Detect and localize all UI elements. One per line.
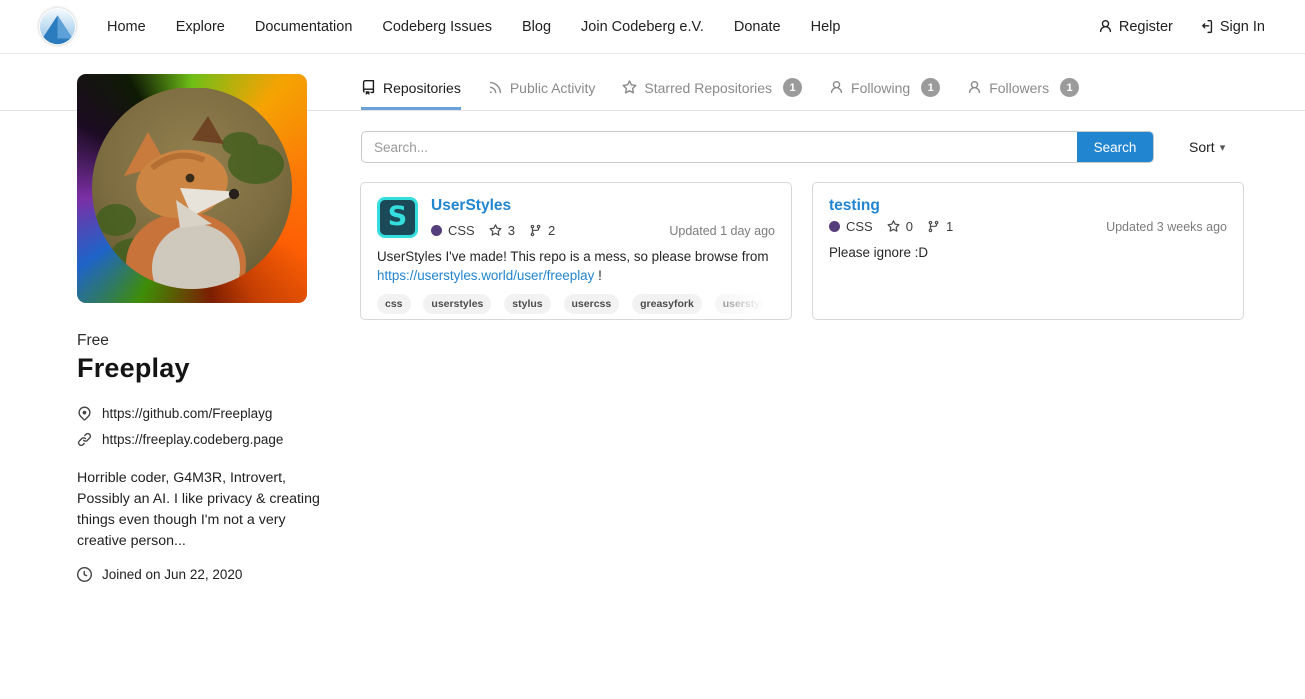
codeberg-logo-icon[interactable] bbox=[39, 8, 76, 45]
topic-tag: css bbox=[377, 294, 411, 314]
topic-tag: userstyle bbox=[715, 294, 775, 314]
repository-list: S UserStyles CSS 3 2 Updated 1 day ago U… bbox=[360, 182, 1244, 320]
nav-link-home[interactable]: Home bbox=[92, 0, 161, 54]
profile-links: https://github.com/Freeplayg https://fre… bbox=[77, 406, 331, 447]
top-navbar: Home Explore Documentation Codeberg Issu… bbox=[0, 0, 1305, 54]
search-input[interactable] bbox=[361, 131, 1154, 163]
language-label: CSS bbox=[448, 223, 475, 238]
following-count-badge: 1 bbox=[921, 78, 940, 97]
tab-label: Following bbox=[851, 80, 910, 96]
repo-updated-time: Updated 3 weeks ago bbox=[1106, 220, 1227, 234]
register-label: Register bbox=[1119, 19, 1173, 35]
fox-photo bbox=[92, 87, 292, 289]
followers-count-badge: 1 bbox=[1060, 78, 1079, 97]
tab-label: Repositories bbox=[383, 80, 461, 96]
repo-card-testing: testing CSS 0 1 Updated 3 weeks ago Plea… bbox=[812, 182, 1244, 320]
repo-name-link[interactable]: UserStyles bbox=[431, 197, 555, 215]
profile-bio: Horrible coder, G4M3R, Introvert, Possib… bbox=[77, 468, 331, 552]
repo-card-userstyles: S UserStyles CSS 3 2 Updated 1 day ago U… bbox=[360, 182, 792, 320]
repo-description-text: UserStyles I've made! This repo is a mes… bbox=[377, 249, 769, 264]
register-button[interactable]: Register bbox=[1098, 19, 1173, 35]
userstyles-world-link[interactable]: https://userstyles.world/user/freeplay bbox=[377, 268, 594, 283]
nav-link-help[interactable]: Help bbox=[796, 0, 856, 54]
profile-display-name: Free bbox=[77, 332, 331, 350]
nav-link-blog[interactable]: Blog bbox=[507, 0, 566, 54]
profile-sidebar: Free Freeplay https://github.com/Freepla… bbox=[77, 74, 331, 582]
nav-link-codeberg-issues[interactable]: Codeberg Issues bbox=[367, 0, 507, 54]
language-label: CSS bbox=[846, 219, 873, 234]
repo-meta: CSS 0 1 bbox=[829, 219, 953, 234]
joined-date-text: Joined on Jun 22, 2020 bbox=[102, 567, 242, 582]
joined-date-row: Joined on Jun 22, 2020 bbox=[77, 567, 331, 582]
fork-icon bbox=[529, 224, 542, 237]
tab-public-activity[interactable]: Public Activity bbox=[488, 78, 596, 110]
tab-following[interactable]: Following 1 bbox=[829, 78, 940, 110]
tab-label: Starred Repositories bbox=[644, 80, 772, 96]
fork-count: 2 bbox=[548, 223, 555, 238]
nav-link-documentation[interactable]: Documentation bbox=[240, 0, 368, 54]
profile-username: Freeplay bbox=[77, 353, 331, 384]
link-icon bbox=[77, 432, 92, 447]
nav-link-join-codeberg[interactable]: Join Codeberg e.V. bbox=[566, 0, 719, 54]
profile-avatar bbox=[77, 74, 307, 303]
tab-label: Followers bbox=[989, 80, 1049, 96]
nav-link-explore[interactable]: Explore bbox=[161, 0, 240, 54]
tab-starred-repositories[interactable]: Starred Repositories 1 bbox=[622, 78, 802, 110]
caret-down-icon: ▾ bbox=[1220, 141, 1226, 154]
repo-updated-time: Updated 1 day ago bbox=[669, 224, 775, 238]
profile-website-row: https://freeplay.codeberg.page bbox=[77, 432, 331, 447]
nav-link-donate[interactable]: Donate bbox=[719, 0, 796, 54]
clock-icon bbox=[77, 567, 92, 582]
profile-location-row: https://github.com/Freeplayg bbox=[77, 406, 331, 421]
tab-repositories[interactable]: Repositories bbox=[361, 78, 461, 110]
profile-tabs: Repositories Public Activity Starred Rep… bbox=[361, 78, 1079, 110]
sort-dropdown[interactable]: Sort ▾ bbox=[1189, 139, 1225, 155]
topic-tag: userstyles bbox=[423, 294, 491, 314]
sort-label: Sort bbox=[1189, 139, 1215, 155]
person-icon bbox=[829, 80, 844, 95]
repo-icon bbox=[361, 80, 376, 95]
starred-count-badge: 1 bbox=[783, 78, 802, 97]
star-icon bbox=[622, 80, 637, 95]
repo-description-suffix: ! bbox=[598, 268, 602, 283]
userstyles-repo-avatar: S bbox=[377, 197, 418, 238]
repo-search-row: Search Sort ▾ bbox=[361, 131, 1245, 163]
repo-description: UserStyles I've made! This repo is a mes… bbox=[377, 248, 775, 285]
navbar-account-area: Register Sign In bbox=[1098, 19, 1265, 35]
repo-meta: CSS 3 2 bbox=[431, 223, 555, 238]
tab-label: Public Activity bbox=[510, 80, 596, 96]
fork-count: 1 bbox=[946, 219, 953, 234]
repo-topics: css userstyles stylus usercss greasyfork… bbox=[377, 294, 775, 314]
fork-icon bbox=[927, 220, 940, 233]
repo-description: Please ignore :D bbox=[829, 244, 1227, 263]
star-count: 3 bbox=[508, 223, 515, 238]
topic-tag: stylus bbox=[504, 294, 550, 314]
location-pin-icon bbox=[77, 406, 92, 421]
search-button[interactable]: Search bbox=[1077, 132, 1153, 162]
repo-info: testing CSS 0 1 bbox=[829, 197, 953, 234]
sign-in-button[interactable]: Sign In bbox=[1199, 19, 1265, 35]
repo-name-link[interactable]: testing bbox=[829, 197, 953, 215]
repo-header: S UserStyles CSS 3 2 Updated 1 day ago bbox=[377, 197, 775, 238]
person-icon bbox=[967, 80, 982, 95]
topic-tag: greasyfork bbox=[632, 294, 702, 314]
search-field-wrap: Search bbox=[361, 131, 1154, 163]
language-dot bbox=[431, 225, 442, 236]
tab-followers[interactable]: Followers 1 bbox=[967, 78, 1079, 110]
rss-icon bbox=[488, 80, 503, 95]
repo-info: UserStyles CSS 3 2 bbox=[431, 197, 555, 238]
star-icon bbox=[489, 224, 502, 237]
main-navigation: Home Explore Documentation Codeberg Issu… bbox=[92, 0, 855, 54]
sign-in-label: Sign In bbox=[1220, 19, 1265, 35]
star-icon bbox=[887, 220, 900, 233]
topic-tag: usercss bbox=[564, 294, 620, 314]
language-dot bbox=[829, 221, 840, 232]
personal-website-link[interactable]: https://freeplay.codeberg.page bbox=[102, 432, 283, 447]
sign-in-icon bbox=[1199, 19, 1214, 34]
repo-header: testing CSS 0 1 Updated 3 weeks ago bbox=[829, 197, 1227, 234]
star-count: 0 bbox=[906, 219, 913, 234]
github-profile-link[interactable]: https://github.com/Freeplayg bbox=[102, 406, 272, 421]
person-icon bbox=[1098, 19, 1113, 34]
